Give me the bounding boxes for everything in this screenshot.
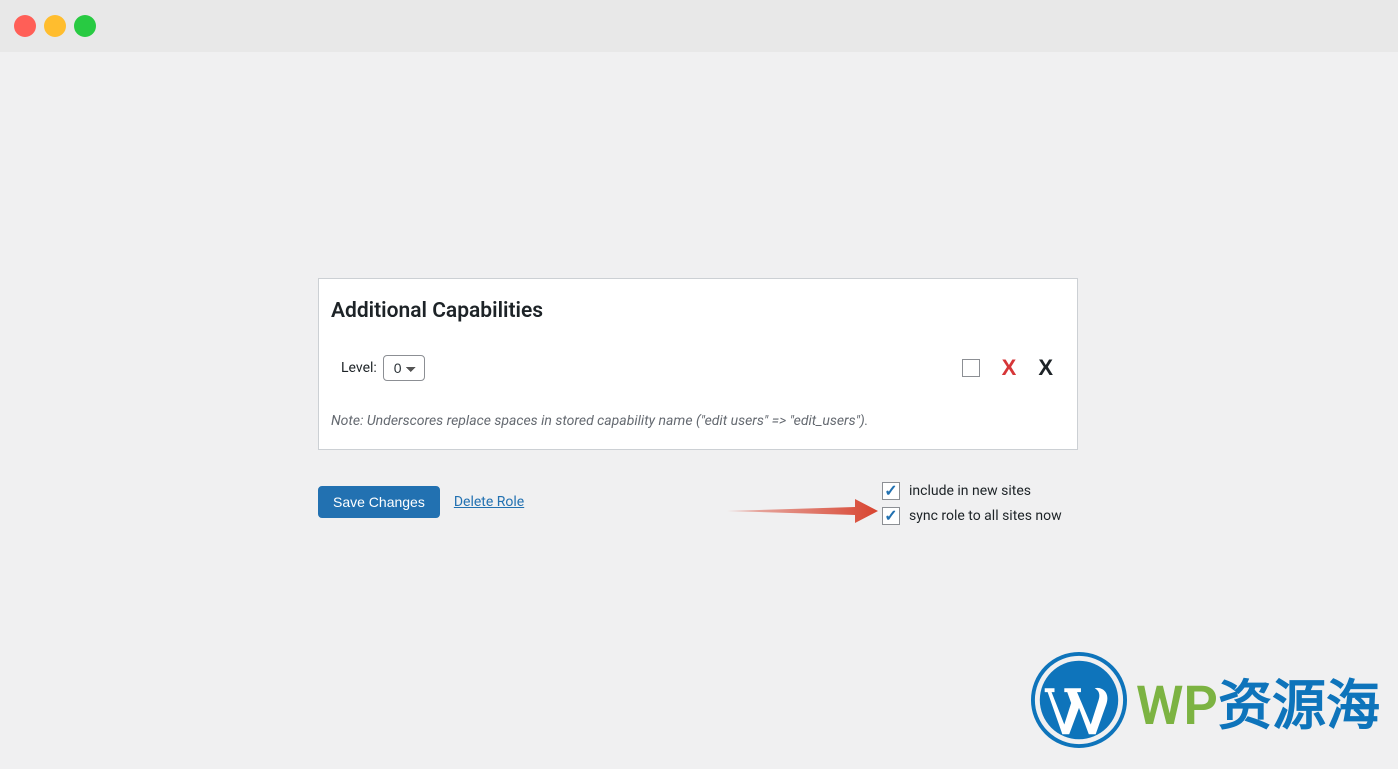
save-button[interactable]: Save Changes: [318, 486, 440, 518]
role-options-group: include in new sites sync role to all si…: [882, 482, 1062, 525]
watermark: WP资源海: [1030, 651, 1380, 749]
level-label: Level:: [341, 360, 377, 376]
panel-note: Note: Underscores replace spaces in stor…: [319, 401, 1077, 449]
bottom-actions: Save Changes Delete Role: [318, 486, 524, 518]
window-close-button[interactable]: [14, 15, 36, 37]
panel-body: Level: 0 X X: [319, 335, 1077, 401]
include-new-sites-checkbox[interactable]: [882, 482, 900, 500]
delete-x-icon[interactable]: X: [1002, 355, 1017, 381]
right-controls: X X: [962, 355, 1065, 381]
window-maximize-button[interactable]: [74, 15, 96, 37]
window-minimize-button[interactable]: [44, 15, 66, 37]
watermark-text: WP资源海: [1136, 661, 1380, 740]
annotation-arrow-icon: [725, 496, 880, 526]
include-new-sites-label: include in new sites: [909, 483, 1031, 499]
content-area: Additional Capabilities Level: 0 X X Not…: [0, 52, 1398, 769]
panel-header: Additional Capabilities: [319, 279, 1077, 335]
capability-checkbox[interactable]: [962, 359, 980, 377]
sync-role-item: sync role to all sites now: [882, 507, 1062, 525]
delete-role-link[interactable]: Delete Role: [454, 494, 524, 510]
level-select[interactable]: 0: [383, 355, 425, 381]
window-titlebar: [0, 0, 1398, 52]
sync-role-label: sync role to all sites now: [909, 508, 1062, 524]
wordpress-logo-icon: [1030, 651, 1128, 749]
capabilities-panel: Additional Capabilities Level: 0 X X Not…: [318, 278, 1078, 450]
sync-role-checkbox[interactable]: [882, 507, 900, 525]
negate-x-icon[interactable]: X: [1038, 355, 1053, 381]
panel-title: Additional Capabilities: [331, 299, 1065, 323]
level-group: Level: 0: [341, 355, 425, 381]
include-new-sites-item: include in new sites: [882, 482, 1062, 500]
